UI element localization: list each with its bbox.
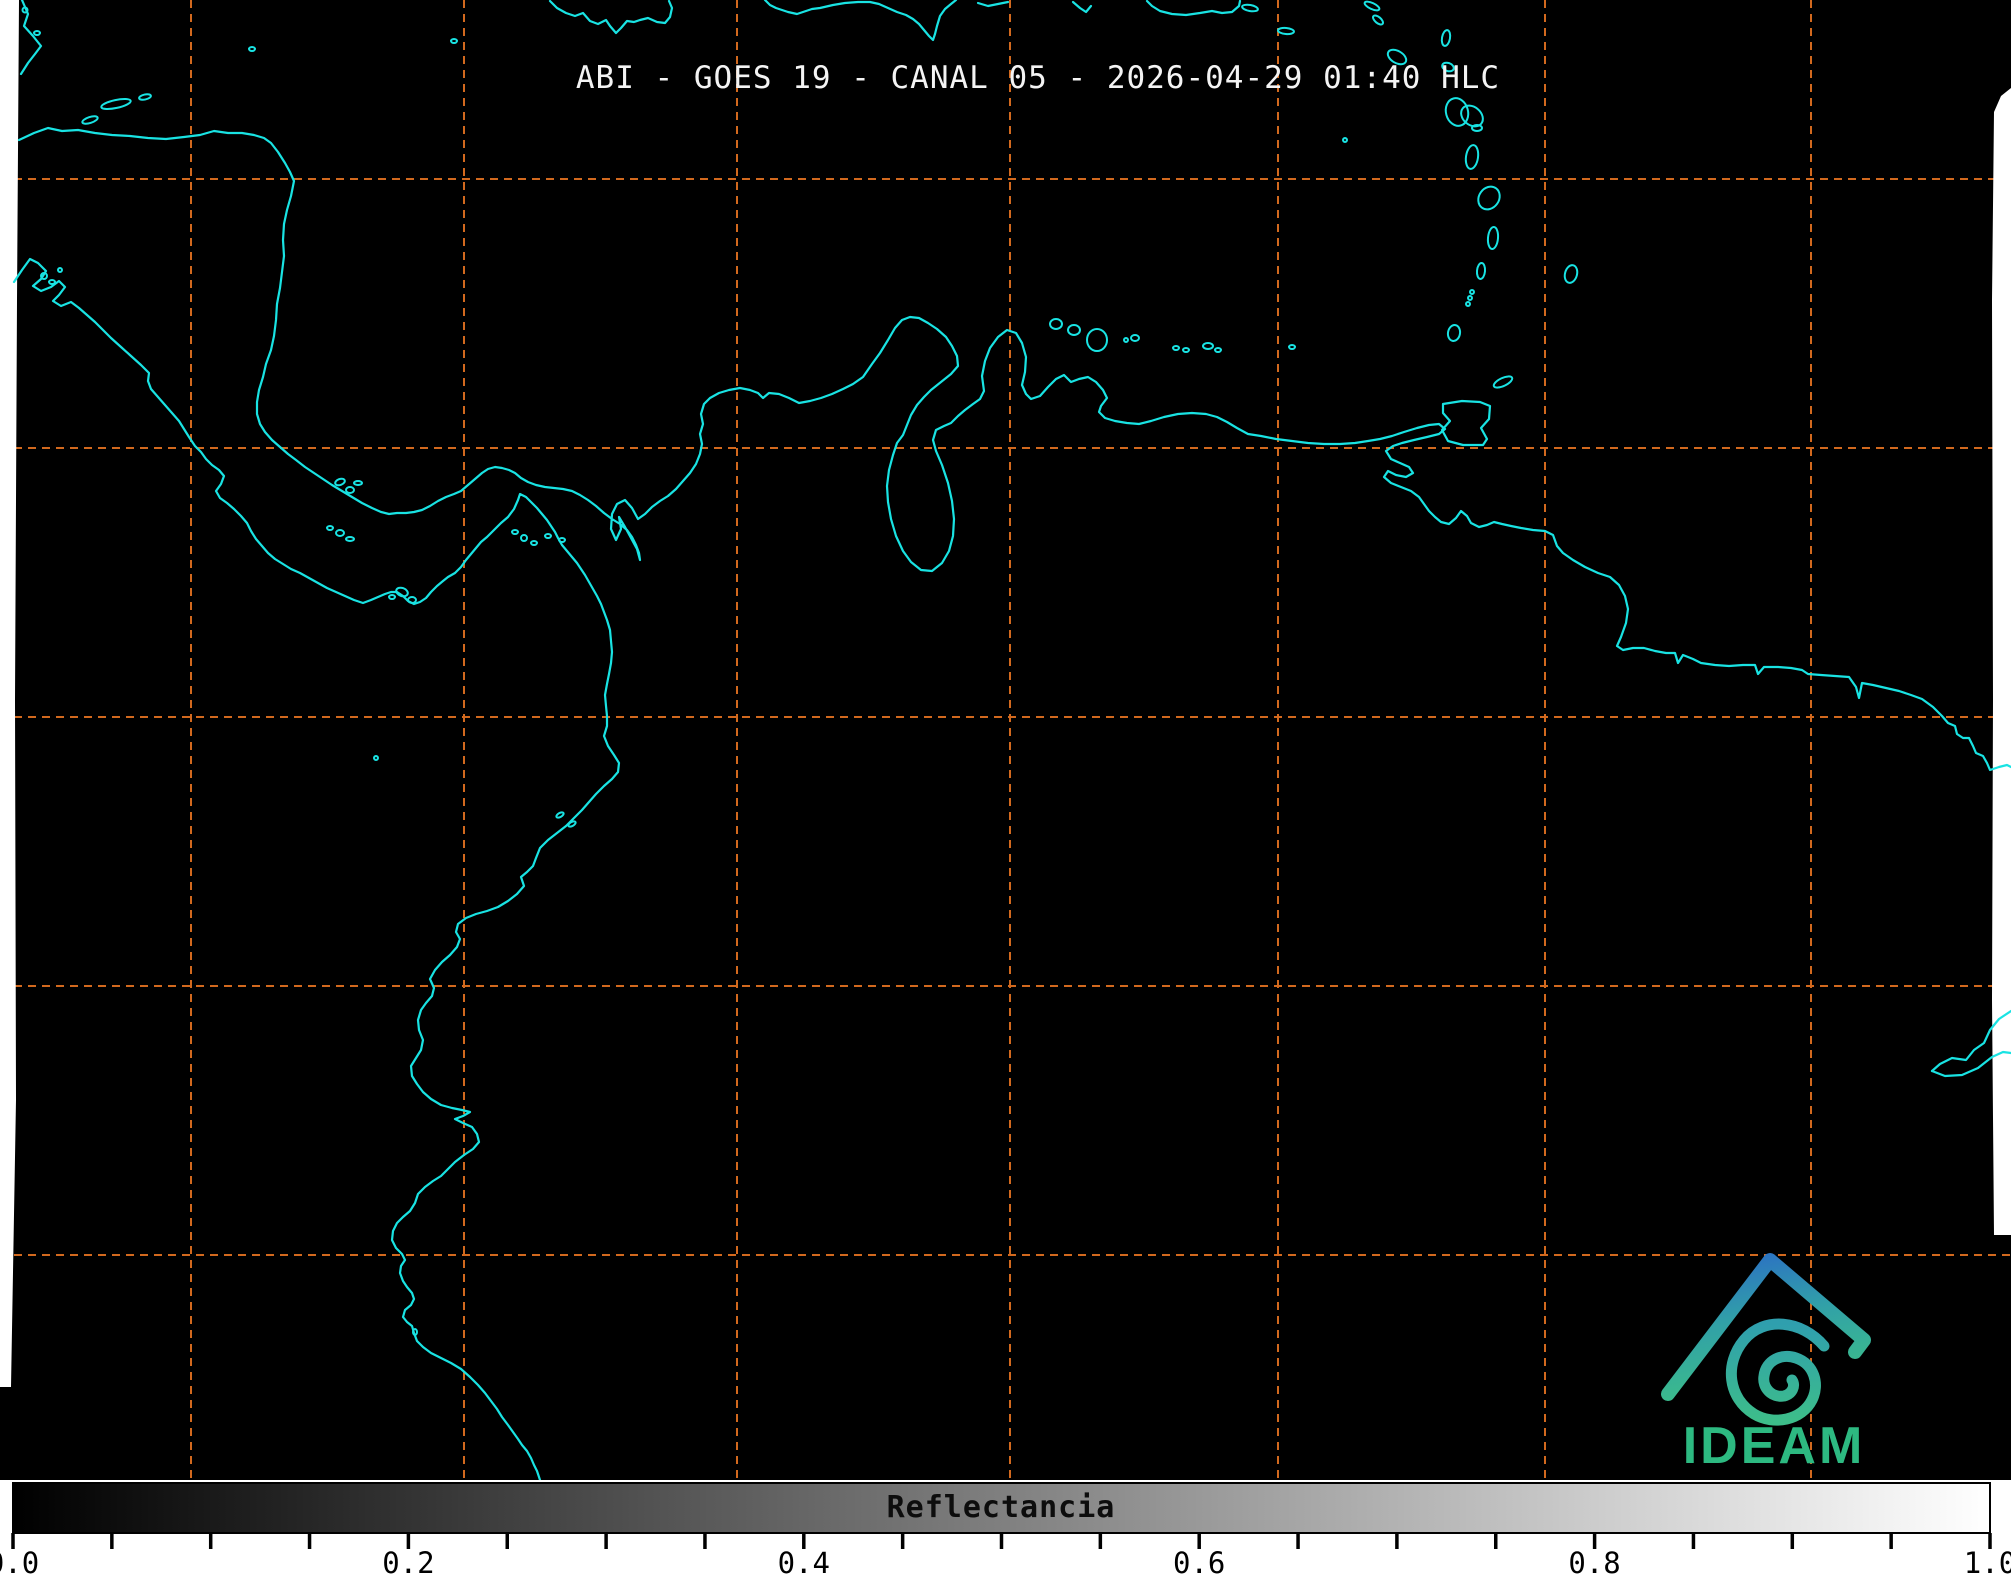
island-outline bbox=[21, 6, 29, 14]
island-outline bbox=[1464, 144, 1480, 170]
map-canvas: ABI - GOES 19 - CANAL 05 - 2026-04-29 01… bbox=[0, 0, 2011, 1480]
island-outline bbox=[1477, 185, 1501, 211]
colorbar-title: Reflectancia bbox=[886, 1490, 1116, 1525]
island-outline bbox=[1342, 137, 1348, 143]
logo-spiral-icon bbox=[1725, 1318, 1830, 1426]
island-outline bbox=[1086, 328, 1108, 352]
colorbar-tick-label: 0.2 bbox=[382, 1546, 434, 1577]
island-outline bbox=[345, 486, 355, 494]
scan-edge-strip bbox=[1992, 88, 2011, 1235]
ideam-logo-text: IDEAM bbox=[1682, 1417, 1866, 1475]
colorbar-tick-label: 0.4 bbox=[778, 1546, 830, 1577]
island-outline bbox=[353, 480, 363, 486]
colorbar-tick-label: 0.6 bbox=[1173, 1546, 1225, 1577]
island-outline bbox=[138, 93, 152, 101]
island-outline bbox=[1563, 264, 1579, 284]
image-title: ABI - GOES 19 - CANAL 05 - 2026-04-29 01… bbox=[575, 60, 1501, 96]
island-outline bbox=[1241, 3, 1259, 13]
satellite-image-viewer: ABI - GOES 19 - CANAL 05 - 2026-04-29 01… bbox=[0, 0, 2011, 1577]
island-outline bbox=[326, 525, 334, 531]
island-outline bbox=[1446, 324, 1462, 342]
island-outline bbox=[334, 477, 346, 487]
island-outline bbox=[412, 1328, 418, 1336]
island-outline bbox=[57, 267, 63, 273]
island-outline bbox=[520, 534, 528, 542]
coastline-hispaniola-south-coast bbox=[763, 0, 958, 42]
island-outline bbox=[1172, 345, 1180, 351]
island-outline bbox=[335, 529, 345, 537]
island-outline bbox=[1214, 347, 1222, 353]
island-outline bbox=[1440, 29, 1452, 47]
island-outline bbox=[1049, 318, 1063, 330]
island-outline bbox=[1288, 344, 1296, 350]
coastline-puerto-rico-south-coast bbox=[1145, 0, 1242, 17]
island-outline bbox=[395, 586, 409, 598]
island-outline bbox=[1130, 334, 1140, 342]
island-outline bbox=[1277, 26, 1295, 36]
colorbar-tick-label: 0.0 bbox=[0, 1546, 39, 1577]
island-outline bbox=[1465, 301, 1471, 307]
island-outline bbox=[1469, 289, 1475, 295]
island-outline bbox=[388, 594, 396, 600]
coastline-trinidad bbox=[1440, 399, 1492, 447]
island-outline bbox=[48, 279, 56, 285]
island-outline bbox=[33, 30, 41, 36]
island-outline bbox=[1202, 342, 1214, 350]
island-outline bbox=[1372, 14, 1384, 26]
island-outline bbox=[248, 46, 256, 52]
island-outline bbox=[558, 537, 566, 543]
island-outline bbox=[1182, 347, 1190, 353]
island-outline bbox=[1475, 262, 1487, 280]
island-outline bbox=[1471, 124, 1483, 132]
island-outline bbox=[373, 755, 379, 761]
colorbar-panel: 0.0 0.2 0.4 0.6 0.8 1.0 Reflectancia bbox=[0, 1480, 2011, 1577]
island-outline bbox=[1486, 226, 1500, 250]
coastline-dominican-coast-bit-2 bbox=[1071, 0, 1093, 14]
island-outline bbox=[1123, 337, 1129, 343]
island-outline bbox=[1363, 0, 1381, 12]
coastline-pacific-mainland-coast bbox=[12, 257, 621, 1480]
island-outline bbox=[450, 38, 458, 44]
coastline-dominican-coast-bit-1 bbox=[976, 0, 1010, 8]
ideam-logo: IDEAM bbox=[1652, 1248, 1892, 1480]
island-outline bbox=[81, 115, 99, 125]
island-outline bbox=[544, 533, 552, 539]
island-outline bbox=[1067, 324, 1081, 336]
island-outline bbox=[1467, 295, 1473, 301]
island-outline bbox=[555, 811, 565, 819]
coastline-jamaica bbox=[548, 0, 674, 35]
colorbar-tick-label: 1.0 bbox=[1964, 1546, 2011, 1577]
coastline-belize-coast bbox=[19, 0, 43, 76]
island-outline bbox=[511, 529, 519, 535]
island-outline bbox=[345, 536, 355, 542]
island-outline bbox=[567, 820, 577, 828]
colorbar-tick-label: 0.8 bbox=[1568, 1546, 1620, 1577]
island-outline bbox=[1492, 375, 1514, 389]
island-outline bbox=[100, 97, 132, 111]
island-outline bbox=[530, 540, 538, 546]
island-outline bbox=[407, 596, 417, 604]
scan-edge-strip bbox=[0, 0, 19, 1387]
